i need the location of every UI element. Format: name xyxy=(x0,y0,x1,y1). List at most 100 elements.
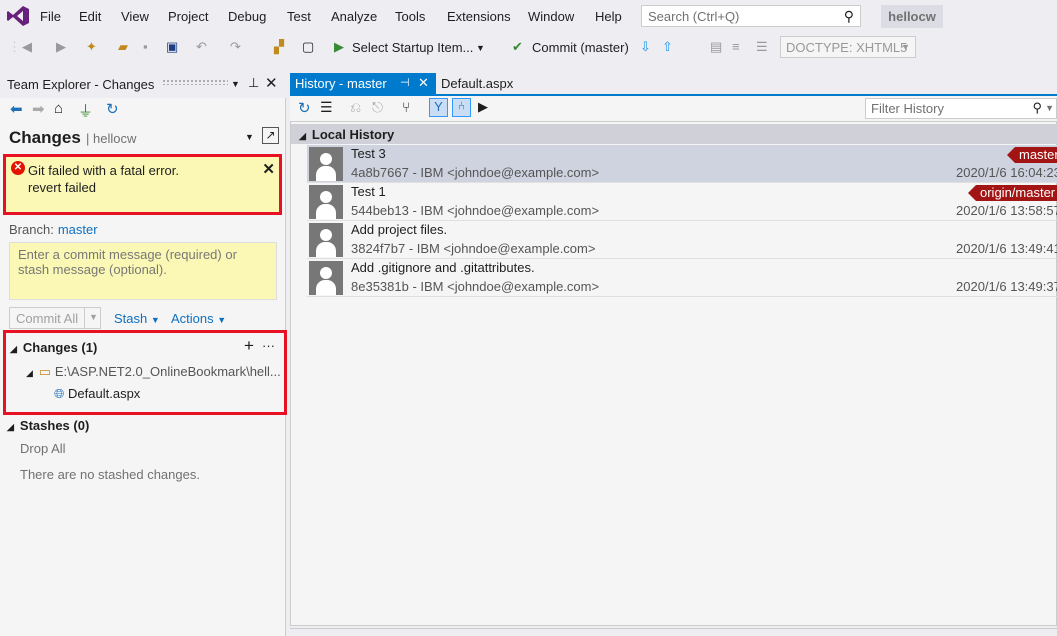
save-icon[interactable]: ▪ xyxy=(143,39,148,54)
menu-view[interactable]: View xyxy=(121,9,149,24)
indent-icon[interactable]: ≡ xyxy=(732,39,740,54)
avatar xyxy=(309,147,343,181)
bottom-panel-edge xyxy=(290,628,1057,636)
menu-edit[interactable]: Edit xyxy=(79,9,101,24)
history-refresh-icon[interactable]: ↻ xyxy=(298,99,311,117)
connect-icon[interactable]: ⏚ xyxy=(78,100,93,121)
actions-chevron-icon: ▼ xyxy=(217,315,227,325)
folder-node[interactable]: ◢ ▭ E:\ASP.NET2.0_OnlineBookmark\hell... xyxy=(26,364,281,380)
commit-all-button[interactable]: Commit All ▼ xyxy=(9,307,101,329)
startup-dropdown-arrow-icon[interactable]: ▼ xyxy=(476,43,485,53)
tab-close-icon[interactable]: ✕ xyxy=(418,75,429,91)
changes-section-header[interactable]: ◢ Changes (1) xyxy=(10,340,97,355)
team-explorer-titlebar: Team Explorer - Changes ▼ ⊥ ✕ xyxy=(0,70,286,98)
filter-placeholder: Filter History xyxy=(871,101,944,116)
branch-ref-badge[interactable]: master xyxy=(1007,147,1057,163)
undo-icon[interactable]: ↶ xyxy=(196,39,207,55)
doctype-chevron-down-icon: ▼ xyxy=(901,42,910,52)
home-icon[interactable]: ⌂ xyxy=(54,100,63,117)
error-line-2: revert failed xyxy=(28,180,96,195)
nav-back-icon[interactable]: ⬅ xyxy=(10,100,23,118)
refresh-icon[interactable]: ↻ xyxy=(106,100,119,118)
commit-row[interactable]: Test 1 544beb13 - IBM <johndoe@example.c… xyxy=(307,183,1057,221)
new-project-icon[interactable]: ✦ xyxy=(86,39,97,55)
branch-ref-badge[interactable]: origin/master xyxy=(968,185,1057,201)
doctype-select[interactable]: DOCTYPE: XHTML5 ▼ xyxy=(780,36,916,58)
menu-test[interactable]: Test xyxy=(287,9,311,24)
undock-icon[interactable]: ↗ xyxy=(262,127,279,144)
go-to-parent-icon[interactable]: ⎌ xyxy=(350,99,361,116)
open-folder-icon[interactable]: ▰ xyxy=(118,39,128,55)
menu-analyze[interactable]: Analyze xyxy=(331,9,377,24)
menu-project[interactable]: Project xyxy=(168,9,208,24)
actions-label: Actions xyxy=(171,311,214,326)
menu-help[interactable]: Help xyxy=(595,9,622,24)
drop-all-button[interactable]: Drop All xyxy=(20,441,66,456)
tab-history-master[interactable]: History - master ⊣ ✕ xyxy=(290,73,436,94)
menu-window[interactable]: Window xyxy=(528,9,574,24)
commit-all-label: Commit All xyxy=(16,311,79,326)
compare-icon[interactable]: ⑂ xyxy=(402,99,410,115)
nav-forward-icon[interactable]: ➡ xyxy=(32,100,45,118)
find-in-files-icon[interactable]: ▞ xyxy=(274,39,284,55)
branch-link[interactable]: master xyxy=(58,222,98,237)
redo-icon[interactable]: ↷ xyxy=(230,39,241,55)
commit-message-input[interactable]: Enter a commit message (required) or sta… xyxy=(9,242,277,300)
tag-icon[interactable]: ▶ xyxy=(478,99,488,115)
back-icon[interactable]: ◀ xyxy=(22,39,32,55)
changes-section: ◢ Changes (1) + ··· ◢ ▭ E:\ASP.NET2.0_Onli… xyxy=(3,330,287,415)
commit-row[interactable]: Add .gitignore and .gitattributes. 8e353… xyxy=(307,259,1057,297)
user-badge[interactable]: hellocw xyxy=(881,5,943,28)
stage-all-icon[interactable]: + xyxy=(244,336,254,356)
browser-link-icon[interactable]: ▢ xyxy=(302,39,314,55)
changes-section-title: Changes (1) xyxy=(22,340,98,355)
pin-icon[interactable]: ⊥ xyxy=(248,75,259,91)
filter-dropdown-icon[interactable]: ▼ xyxy=(1045,103,1054,113)
close-pane-icon[interactable]: ✕ xyxy=(265,74,278,92)
graph-view-icon[interactable]: Y xyxy=(429,98,448,117)
history-list: ◢ Local History Test 3 4a8b7667 - IBM <jo… xyxy=(290,121,1057,626)
search-placeholder: Search (Ctrl+Q) xyxy=(648,9,740,24)
menu-debug[interactable]: Debug xyxy=(228,9,266,24)
filter-history-input[interactable]: Filter History ⚲ ▼ xyxy=(865,98,1057,119)
window-menu-icon[interactable]: ▼ xyxy=(231,79,240,89)
search-box[interactable]: Search (Ctrl+Q) ⚲ xyxy=(641,5,861,27)
stash-menu[interactable]: Stash ▼ xyxy=(114,311,160,326)
more-options-icon[interactable]: ··· xyxy=(262,338,275,353)
tab-default-aspx[interactable]: Default.aspx xyxy=(441,76,513,91)
dismiss-error-icon[interactable]: ✕ xyxy=(262,160,275,178)
stashes-section-header[interactable]: ◢ Stashes (0) xyxy=(7,418,89,433)
menu-file[interactable]: File xyxy=(40,9,61,24)
menu-extensions[interactable]: Extensions xyxy=(447,9,511,24)
collapse-icon: ◢ xyxy=(10,344,17,354)
menu-tools[interactable]: Tools xyxy=(395,9,425,24)
commit-button[interactable]: Commit (master) xyxy=(532,40,629,55)
local-history-group[interactable]: ◢ Local History xyxy=(291,124,1057,144)
push-icon[interactable]: ⇧ xyxy=(662,39,673,55)
pull-icon[interactable]: ⇩ xyxy=(640,39,651,55)
list-view-icon[interactable]: ☰ xyxy=(320,99,333,116)
comment-icon[interactable]: ▤ xyxy=(710,39,722,55)
remote-branches-icon[interactable]: ⑃ xyxy=(452,98,471,117)
startup-item-dropdown[interactable]: Select Startup Item... xyxy=(352,40,473,55)
stash-chevron-icon: ▼ xyxy=(150,315,160,325)
forward-icon[interactable]: ▶ xyxy=(56,39,66,55)
document-tabs: History - master ⊣ ✕ Default.aspx xyxy=(290,70,1057,94)
commit-row[interactable]: Add project files. 3824f7b7 - IBM <johnd… xyxy=(307,221,1057,259)
commit-all-dropdown-icon[interactable]: ▼ xyxy=(84,307,98,329)
save-all-icon[interactable]: ▣ xyxy=(166,39,178,55)
commit-date: 2020/1/6 13:49:37 xyxy=(956,279,1057,294)
go-to-child-icon[interactable]: ⎋ xyxy=(372,99,383,116)
page-dropdown-icon[interactable]: ▼ xyxy=(245,132,254,142)
tab-pin-icon[interactable]: ⊣ xyxy=(400,76,410,89)
actions-menu[interactable]: Actions ▼ xyxy=(171,311,226,326)
file-name: Default.aspx xyxy=(68,386,141,401)
start-icon[interactable]: ▶ xyxy=(334,39,344,55)
file-node[interactable]: 🌐︎ Default.aspx xyxy=(54,386,140,402)
titlebar-grip[interactable] xyxy=(162,79,228,85)
repo-name: | hellocw xyxy=(86,131,137,146)
filter-search-icon: ⚲ xyxy=(1032,100,1042,115)
commit-row[interactable]: Test 3 4a8b7667 - IBM <johndoe@example.c… xyxy=(307,145,1057,183)
format-icon[interactable]: ☰ xyxy=(756,39,768,55)
branch-label: Branch: xyxy=(9,222,54,237)
